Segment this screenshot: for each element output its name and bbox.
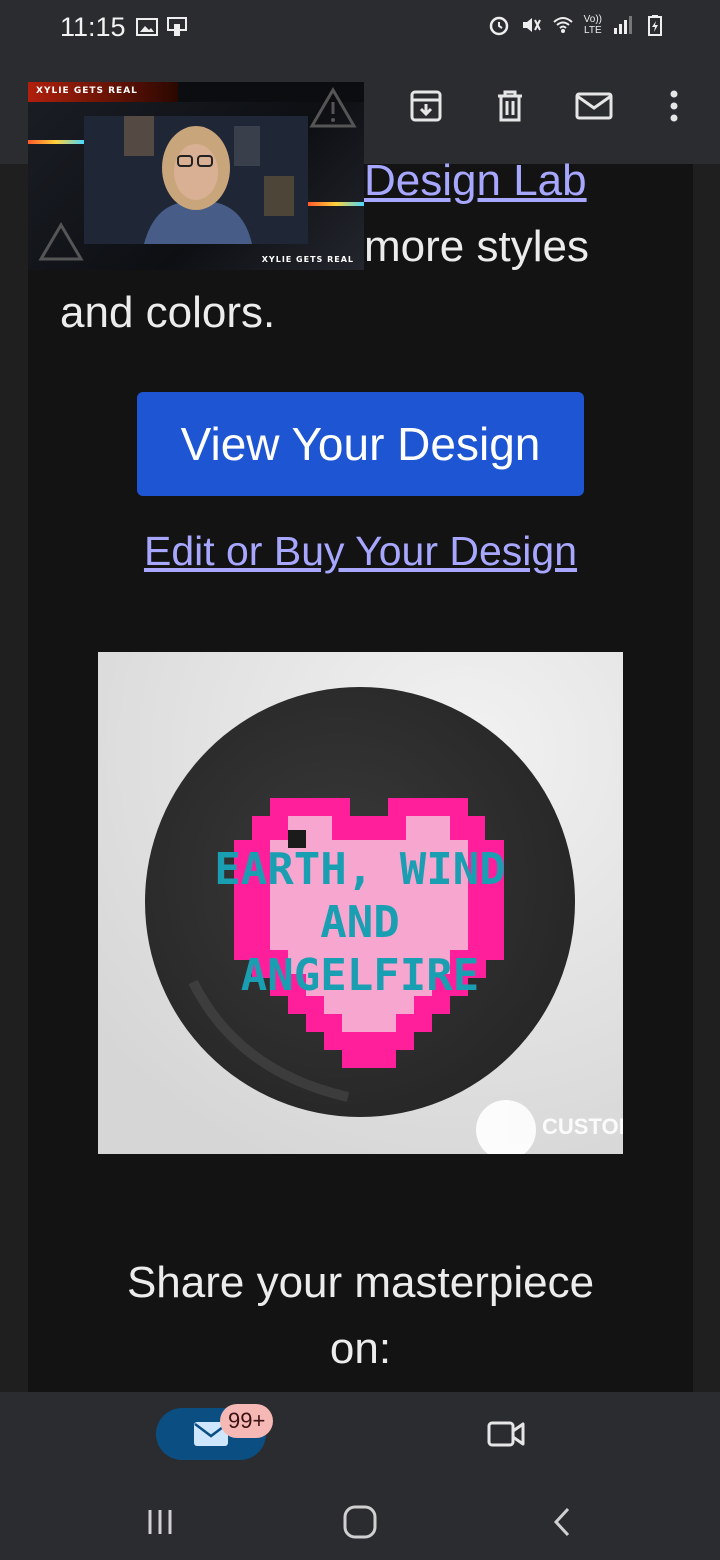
delete-button[interactable] — [488, 84, 532, 128]
email-body: Design Lab more styles and colors. View … — [28, 156, 693, 1392]
pip-video-frame — [84, 116, 308, 244]
screen-cast-icon — [167, 17, 187, 36]
pip-rainbow-stripe-2 — [308, 202, 364, 206]
design-lab-link[interactable]: Design Lab — [364, 156, 587, 206]
share-heading: Share your masterpiece on: — [28, 1250, 693, 1382]
product-image: EARTH, WIND AND ANGELFIRE CUSTOM INK — [98, 652, 623, 1154]
alarm-icon — [489, 16, 508, 36]
pip-top-label: XYLIE GETS REAL — [28, 82, 178, 102]
pip-bottom-label: XYLIE GETS REAL — [261, 255, 354, 264]
mark-unread-button[interactable] — [572, 84, 616, 128]
product-text-line1: EARTH, WIND — [214, 844, 505, 895]
mute-icon — [522, 18, 541, 32]
partial-text-line: more styles — [364, 222, 589, 271]
volte-label: Vo)) — [583, 14, 602, 25]
home-button[interactable] — [338, 1500, 382, 1544]
text-line-colors: and colors. — [60, 288, 276, 337]
pip-rainbow-stripe — [28, 140, 84, 144]
status-bar: 11:15 Vo)) LTE — [0, 0, 720, 56]
lte-indicator: Vo)) LTE — [584, 14, 602, 36]
video-camera-icon — [487, 1421, 525, 1447]
button-design-preview: EARTH, WIND AND ANGELFIRE CUSTOM INK — [98, 652, 623, 1154]
more-options-button[interactable] — [652, 84, 696, 128]
person-silhouette — [84, 116, 308, 244]
archive-button[interactable] — [404, 84, 448, 128]
warning-icon — [309, 87, 357, 128]
mark-unread-icon — [575, 92, 613, 120]
share-line-2: on: — [329, 1324, 392, 1373]
home-icon — [343, 1505, 377, 1539]
recent-apps-icon — [148, 1510, 172, 1534]
unread-badge: 99+ — [220, 1404, 274, 1438]
status-time: 11:15 — [60, 12, 126, 42]
battery-icon — [648, 15, 662, 36]
watermark-text: CUSTOM INK — [542, 1114, 623, 1139]
wifi-icon — [552, 17, 573, 33]
share-line-1: Share your masterpiece — [126, 1258, 595, 1307]
back-icon — [553, 1507, 570, 1537]
back-button[interactable] — [540, 1500, 584, 1544]
view-design-button[interactable]: View Your Design — [137, 392, 584, 496]
video-pip[interactable]: XYLIE GETS REAL XYLIE GETS REAL — [28, 82, 364, 270]
archive-icon — [410, 90, 442, 122]
status-left-icons — [136, 16, 188, 38]
system-navigation — [0, 1480, 720, 1560]
product-text-line2: AND — [320, 897, 399, 948]
meet-tab[interactable] — [486, 1418, 526, 1455]
warning-icon-2 — [38, 222, 84, 261]
status-right-icons: Vo)) LTE — [488, 14, 666, 36]
more-options-icon — [670, 90, 678, 122]
gallery-icon — [136, 18, 158, 36]
lte-label: LTE — [584, 25, 602, 36]
signal-icon — [614, 16, 632, 34]
product-text-line3: ANGELFIRE — [241, 950, 479, 1001]
bottom-navigation: 99+ — [0, 1392, 720, 1480]
edit-buy-link[interactable]: Edit or Buy Your Design — [28, 528, 693, 575]
recent-apps-button[interactable] — [138, 1500, 182, 1544]
delete-icon — [498, 90, 522, 122]
